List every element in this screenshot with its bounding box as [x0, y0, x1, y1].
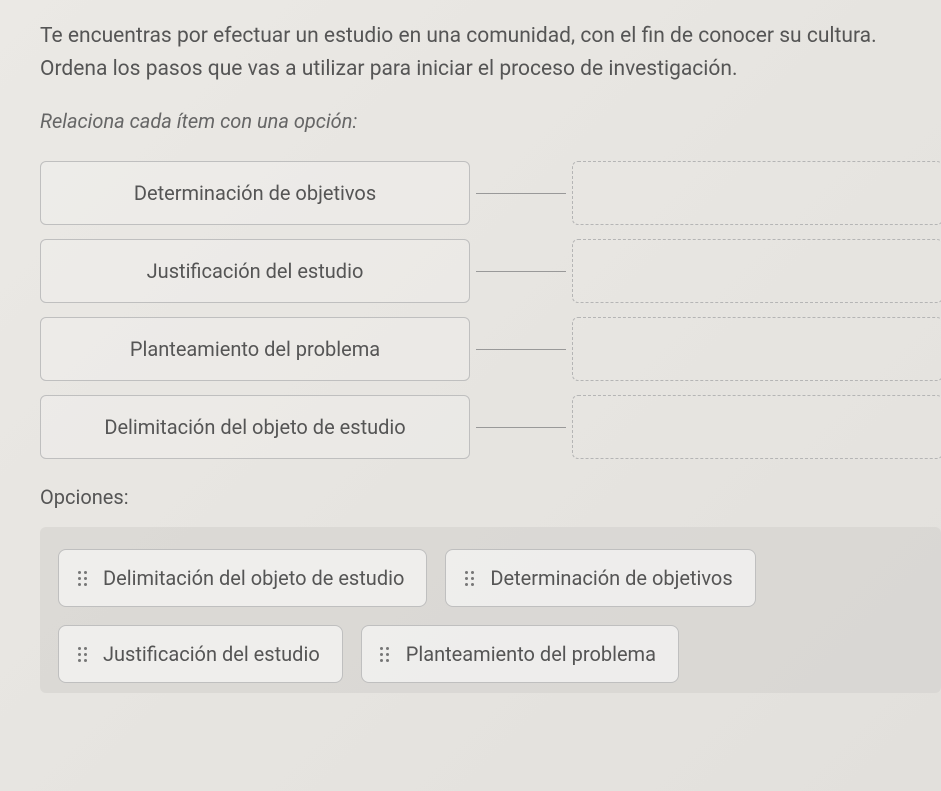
match-row: Justificación del estudio	[40, 239, 941, 303]
question-text: Te encuentras por efectuar un estudio en…	[40, 20, 941, 85]
item-box-justificacion: Justificación del estudio	[40, 239, 470, 303]
drop-target-3[interactable]	[572, 317, 941, 381]
option-determinacion[interactable]: Determinación de objetivos	[445, 549, 755, 607]
options-label: Opciones:	[40, 485, 941, 509]
drag-handle-icon	[378, 646, 392, 662]
drop-target-2[interactable]	[572, 239, 941, 303]
connector-line	[476, 427, 566, 428]
item-box-determinacion: Determinación de objetivos	[40, 161, 470, 225]
option-justificacion[interactable]: Justificación del estudio	[58, 625, 343, 683]
connector-line	[476, 193, 566, 194]
option-label: Determinación de objetivos	[490, 566, 732, 590]
option-delimitacion[interactable]: Delimitación del objeto de estudio	[58, 549, 427, 607]
option-label: Justificación del estudio	[103, 642, 320, 666]
drag-handle-icon	[75, 646, 89, 662]
match-row: Planteamiento del problema	[40, 317, 941, 381]
drop-target-4[interactable]	[572, 395, 941, 459]
item-box-delimitacion: Delimitación del objeto de estudio	[40, 395, 470, 459]
option-planteamiento[interactable]: Planteamiento del problema	[361, 625, 679, 683]
drop-target-1[interactable]	[572, 161, 941, 225]
connector-line	[476, 349, 566, 350]
matching-area: Determinación de objetivos Justificación…	[40, 161, 941, 459]
match-row: Determinación de objetivos	[40, 161, 941, 225]
drag-handle-icon	[75, 570, 89, 586]
item-box-planteamiento: Planteamiento del problema	[40, 317, 470, 381]
option-label: Planteamiento del problema	[406, 642, 656, 666]
connector-line	[476, 271, 566, 272]
option-label: Delimitación del objeto de estudio	[103, 566, 404, 590]
instruction-text: Relaciona cada ítem con una opción:	[40, 109, 941, 133]
drag-handle-icon	[462, 570, 476, 586]
match-row: Delimitación del objeto de estudio	[40, 395, 941, 459]
options-area: Delimitación del objeto de estudio Deter…	[40, 527, 941, 693]
